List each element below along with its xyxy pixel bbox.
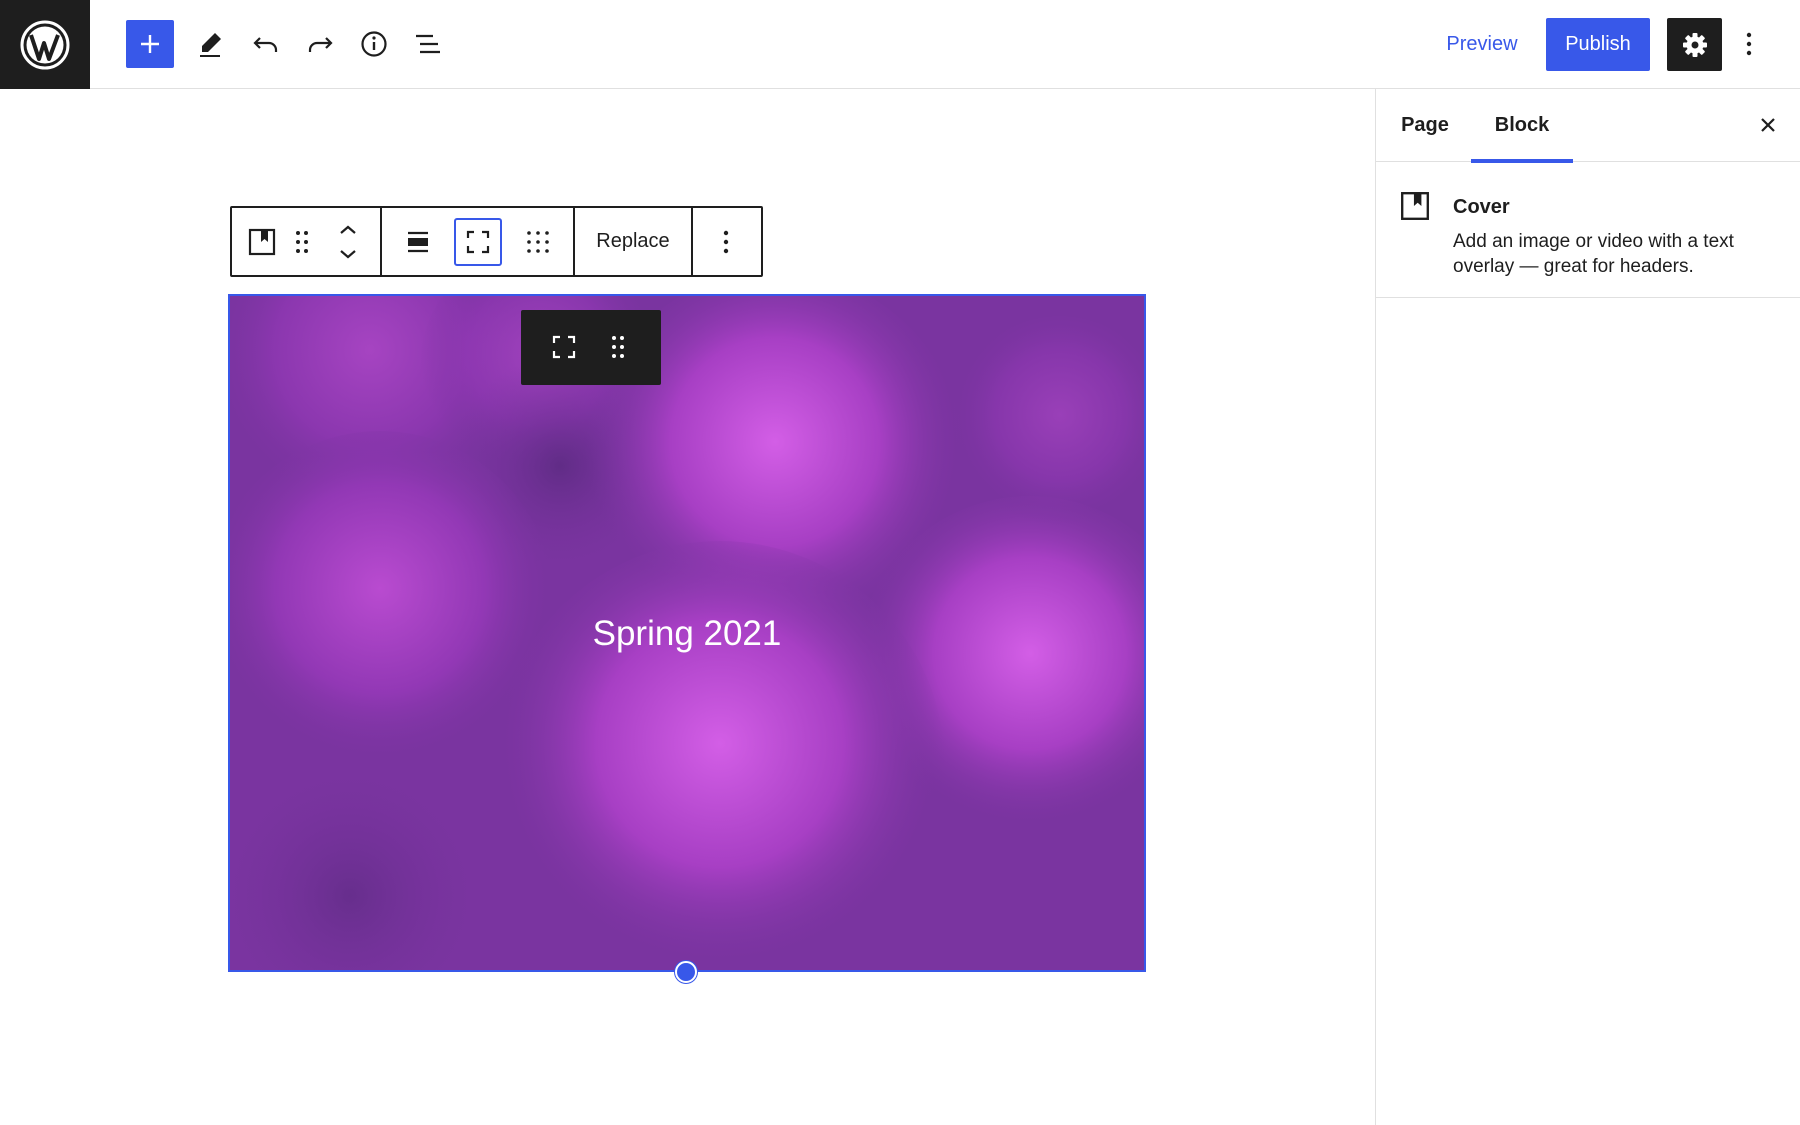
plus-icon bbox=[141, 35, 159, 53]
settings-sidebar: Page Block Cover Add an image or video w… bbox=[1375, 89, 1800, 1125]
close-sidebar-button[interactable] bbox=[1746, 103, 1790, 147]
vertical-ellipsis-icon bbox=[1746, 32, 1752, 56]
drag-handle-button[interactable] bbox=[282, 218, 322, 266]
block-card-description: Add an image or video with a text overla… bbox=[1453, 231, 1734, 277]
redo-button[interactable] bbox=[296, 20, 344, 68]
tab-block[interactable]: Block bbox=[1471, 89, 1573, 163]
inner-fullscreen-button[interactable] bbox=[540, 323, 588, 371]
cover-block-icon bbox=[248, 228, 276, 256]
inner-drag-handle-button[interactable] bbox=[594, 323, 642, 371]
info-icon bbox=[361, 31, 387, 57]
options-button[interactable] bbox=[1725, 20, 1773, 68]
pencil-icon bbox=[200, 33, 221, 57]
fullscreen-icon bbox=[466, 230, 490, 254]
block-card: Cover Add an image or video with a text … bbox=[1376, 162, 1800, 298]
publish-button[interactable]: Publish bbox=[1546, 18, 1650, 71]
sidebar-tabs: Page Block bbox=[1376, 89, 1800, 163]
align-icon bbox=[408, 231, 428, 253]
undo-icon bbox=[253, 37, 278, 52]
details-button[interactable] bbox=[350, 20, 398, 68]
close-icon bbox=[1761, 118, 1775, 132]
cover-block-icon bbox=[1401, 192, 1429, 220]
toggle-full-height-button[interactable] bbox=[454, 218, 502, 266]
list-view-icon bbox=[416, 34, 440, 54]
undo-button[interactable] bbox=[242, 20, 290, 68]
tools-button[interactable] bbox=[187, 20, 235, 68]
block-options-button[interactable] bbox=[702, 218, 750, 266]
block-toolbar-group-media: Replace bbox=[575, 208, 693, 275]
content-position-button[interactable] bbox=[514, 218, 562, 266]
move-up-down-icon bbox=[340, 225, 356, 259]
fullscreen-icon bbox=[552, 335, 576, 359]
list-view-button[interactable] bbox=[404, 20, 452, 68]
add-block-button[interactable] bbox=[126, 20, 174, 68]
cover-title-text[interactable]: Spring 2021 bbox=[230, 614, 1144, 654]
settings-button[interactable] bbox=[1667, 18, 1722, 71]
move-up-down-button[interactable] bbox=[326, 218, 370, 266]
block-toolbar: Replace bbox=[230, 206, 763, 277]
cover-inner-toolbar bbox=[521, 310, 661, 385]
cover-block[interactable]: Spring 2021 bbox=[228, 294, 1146, 972]
replace-button[interactable]: Replace bbox=[575, 208, 691, 275]
redo-icon bbox=[308, 37, 333, 52]
gear-icon bbox=[1682, 32, 1707, 57]
block-toolbar-group-layout bbox=[382, 208, 575, 275]
block-card-title: Cover bbox=[1453, 196, 1510, 218]
drag-handle-icon bbox=[612, 336, 624, 358]
cover-resize-handle[interactable] bbox=[675, 961, 697, 983]
content-position-icon bbox=[527, 231, 549, 253]
drag-handle-icon bbox=[296, 231, 308, 253]
editor-header: Preview Publish bbox=[0, 0, 1800, 89]
tab-page[interactable]: Page bbox=[1376, 89, 1474, 162]
block-toolbar-group-block bbox=[232, 208, 382, 275]
preview-button[interactable]: Preview bbox=[1430, 20, 1534, 68]
align-button[interactable] bbox=[394, 218, 442, 266]
wordpress-logo-icon[interactable] bbox=[0, 0, 90, 89]
block-type-button[interactable] bbox=[238, 218, 286, 266]
vertical-ellipsis-icon bbox=[723, 230, 729, 254]
